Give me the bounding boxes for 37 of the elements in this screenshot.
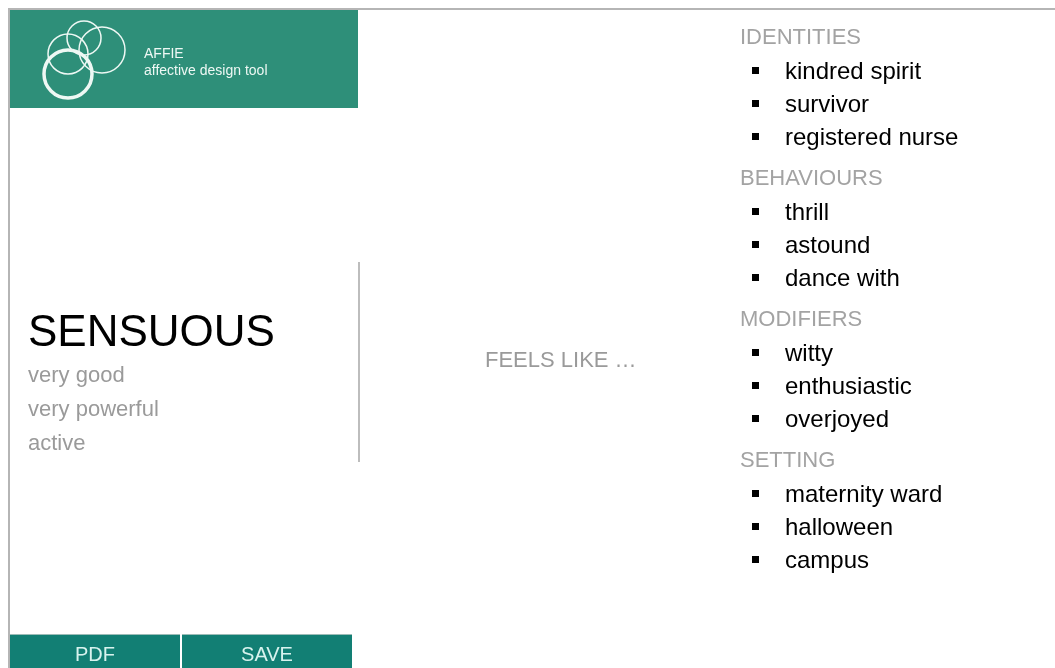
bullet-icon bbox=[752, 133, 759, 140]
action-button[interactable]: SAVE bbox=[182, 634, 352, 668]
bullet-icon bbox=[752, 100, 759, 107]
list-item: witty bbox=[785, 337, 833, 368]
bullet-icon bbox=[752, 349, 759, 356]
list-item: overjoyed bbox=[785, 403, 890, 434]
bullet-icon bbox=[752, 208, 759, 215]
emotion-quality: very powerful bbox=[28, 394, 160, 423]
list-item: halloween bbox=[785, 511, 894, 542]
section-heading: SETTING bbox=[740, 446, 837, 474]
list-item: thrill bbox=[785, 196, 829, 227]
action-button[interactable]: PDF bbox=[10, 634, 180, 668]
list-item: enthusiastic bbox=[785, 370, 912, 401]
bullet-icon bbox=[752, 556, 759, 563]
list-item: kindred spirit bbox=[785, 55, 922, 86]
bullet-icon bbox=[752, 241, 759, 248]
emotion-name: SENSUOUS bbox=[28, 304, 276, 357]
list-item: survivor bbox=[785, 88, 869, 119]
list-item: campus bbox=[785, 544, 870, 575]
section-heading: MODIFIERS bbox=[740, 305, 864, 333]
list-item: dance with bbox=[785, 262, 900, 293]
list-item: maternity ward bbox=[785, 478, 943, 509]
bullet-icon bbox=[752, 382, 759, 389]
section-heading: IDENTITIES bbox=[740, 23, 862, 51]
app-subtitle: affective design tool bbox=[144, 62, 268, 80]
emotion-quality: active bbox=[28, 428, 87, 457]
bullet-icon bbox=[752, 523, 759, 530]
bullet-icon bbox=[752, 415, 759, 422]
app-title: AFFIE bbox=[144, 44, 185, 62]
emotion-quality: very good bbox=[28, 360, 126, 389]
bullet-icon bbox=[752, 67, 759, 74]
list-item: registered nurse bbox=[785, 121, 959, 152]
bullet-icon bbox=[752, 274, 759, 281]
feels-like-label: FEELS LIKE … bbox=[485, 345, 637, 374]
list-item: astound bbox=[785, 229, 871, 260]
section-heading: BEHAVIOURS bbox=[740, 164, 884, 192]
bullet-icon bbox=[752, 490, 759, 497]
